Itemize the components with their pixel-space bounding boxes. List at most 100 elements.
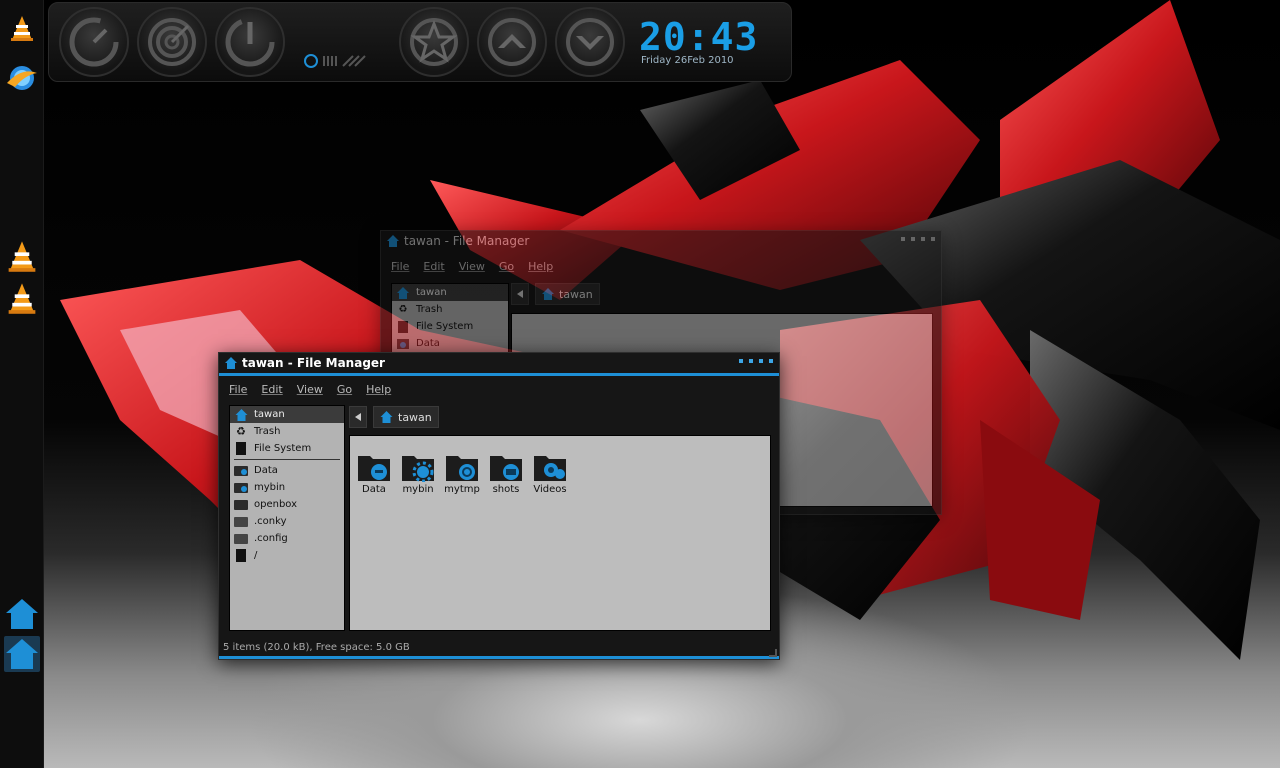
file-item-shots[interactable]: shots [484, 452, 528, 495]
folder-icon [234, 532, 248, 545]
nav-back-button[interactable] [511, 283, 529, 305]
gadget-bar: 20:43 Friday 26Feb 2010 [48, 2, 792, 82]
side-item-label: Data [416, 338, 440, 349]
bookmark-mybin[interactable]: mybin [230, 479, 344, 496]
home-icon [380, 411, 393, 423]
target-gadget[interactable] [137, 7, 207, 77]
bookmark-config[interactable]: .config [230, 530, 344, 547]
home-folder-icon [6, 639, 38, 669]
home-icon [225, 357, 237, 369]
home-icon [234, 408, 248, 421]
menu-help[interactable]: Help [366, 383, 391, 396]
window-controls[interactable] [739, 359, 773, 363]
vlc-launcher-2[interactable] [4, 238, 40, 274]
clock-date: Friday 26Feb 2010 [641, 55, 734, 66]
mini-tray [303, 53, 383, 69]
file-item-videos[interactable]: Videos [528, 452, 572, 495]
window-titlebar[interactable]: tawan - File Manager [381, 231, 941, 251]
side-item-data[interactable]: Data [392, 335, 508, 352]
gauge-gadget[interactable] [59, 7, 129, 77]
folder-open-icon [489, 452, 523, 482]
bookmark-conky[interactable]: .conky [230, 513, 344, 530]
path-button-home[interactable]: tawan [373, 406, 439, 428]
chevron-down-icon [566, 18, 614, 66]
file-label: mybin [402, 484, 434, 495]
side-item-label: File System [254, 443, 312, 454]
file-label: Videos [533, 484, 567, 495]
vlc-cone-icon [8, 241, 36, 272]
file-manager-task[interactable] [4, 596, 40, 632]
home-folder-icon [6, 599, 38, 629]
menu-view[interactable]: View [297, 383, 323, 396]
path-bar: tawan [511, 283, 600, 305]
window-title: tawan - File Manager [404, 234, 530, 248]
bookmark-openbox[interactable]: openbox [230, 496, 344, 513]
side-item-tawan[interactable]: tawan [230, 406, 344, 423]
menu-file[interactable]: File [391, 260, 409, 273]
tray-status-icon [304, 54, 366, 68]
status-bar: 5 items (20.0 kB), Free space: 5.0 GB [223, 642, 410, 653]
menu-edit[interactable]: Edit [261, 383, 282, 396]
gauge-icon [69, 17, 119, 67]
folder-sync-icon [445, 452, 479, 482]
path-bar: tawan [349, 406, 439, 428]
path-button-home[interactable]: tawan [535, 283, 600, 305]
side-item-filesystem[interactable]: File System [230, 440, 344, 457]
chevron-up-icon [488, 18, 536, 66]
menu-go[interactable]: Go [499, 260, 514, 273]
side-item-label: Data [254, 465, 278, 476]
side-item-tawan[interactable]: tawan [392, 284, 508, 301]
side-pane: tawan ♻ Trash File System Data [391, 283, 509, 353]
menu-file[interactable]: File [229, 383, 247, 396]
home-icon [396, 286, 410, 299]
clock-time: 20:43 [639, 15, 759, 59]
bottom-accent [219, 656, 779, 659]
file-item-mytmp[interactable]: mytmp [440, 452, 484, 495]
window-titlebar[interactable]: tawan - File Manager [219, 353, 779, 373]
left-dock [0, 0, 44, 768]
path-label: tawan [559, 287, 593, 301]
folder-icon [396, 337, 410, 350]
nav-back-button[interactable] [349, 406, 367, 428]
resize-grip[interactable] [769, 649, 777, 657]
file-manager-task-active[interactable] [4, 636, 40, 672]
file-item-data[interactable]: Data [352, 452, 396, 495]
folder-icon [234, 481, 248, 494]
file-manager-window[interactable]: tawan - File Manager File Edit View Go H… [218, 352, 780, 660]
down-gadget[interactable] [555, 7, 625, 77]
home-icon [542, 288, 554, 300]
side-item-filesystem[interactable]: File System [392, 318, 508, 335]
side-item-trash[interactable]: ♻ Trash [230, 423, 344, 440]
menubar: File Edit View Go Help [219, 376, 779, 402]
folder-film-icon [533, 452, 567, 482]
power-gauge-icon [225, 17, 275, 67]
file-view[interactable]: Data mybin mytmp shots Videos [349, 435, 771, 631]
bookmark-root[interactable]: / [230, 547, 344, 564]
window-title: tawan - File Manager [242, 356, 385, 370]
file-item-mybin[interactable]: mybin [396, 452, 440, 495]
favorites-gadget[interactable] [399, 7, 469, 77]
menubar: File Edit View Go Help [381, 253, 941, 279]
side-item-label: tawan [254, 409, 285, 420]
up-gadget[interactable] [477, 7, 547, 77]
side-item-label: .conky [254, 516, 287, 527]
menu-view[interactable]: View [459, 260, 485, 273]
side-item-trash[interactable]: ♻ Trash [392, 301, 508, 318]
side-item-label: mybin [254, 482, 286, 493]
side-item-label: .config [254, 533, 288, 544]
vlc-launcher-3[interactable] [4, 280, 40, 316]
trash-icon: ♻ [236, 425, 246, 438]
file-label: mytmp [444, 484, 480, 495]
menu-go[interactable]: Go [337, 383, 352, 396]
menu-edit[interactable]: Edit [423, 260, 444, 273]
bookmark-data[interactable]: Data [230, 462, 344, 479]
arrow-left-icon [517, 290, 523, 298]
power-gadget[interactable] [215, 7, 285, 77]
side-divider [234, 459, 340, 460]
window-controls[interactable] [901, 237, 935, 241]
side-item-label: tawan [416, 287, 447, 298]
side-item-label: Trash [254, 426, 281, 437]
menu-help[interactable]: Help [528, 260, 553, 273]
browser-launcher[interactable] [4, 60, 40, 96]
vlc-launcher[interactable] [4, 10, 40, 46]
